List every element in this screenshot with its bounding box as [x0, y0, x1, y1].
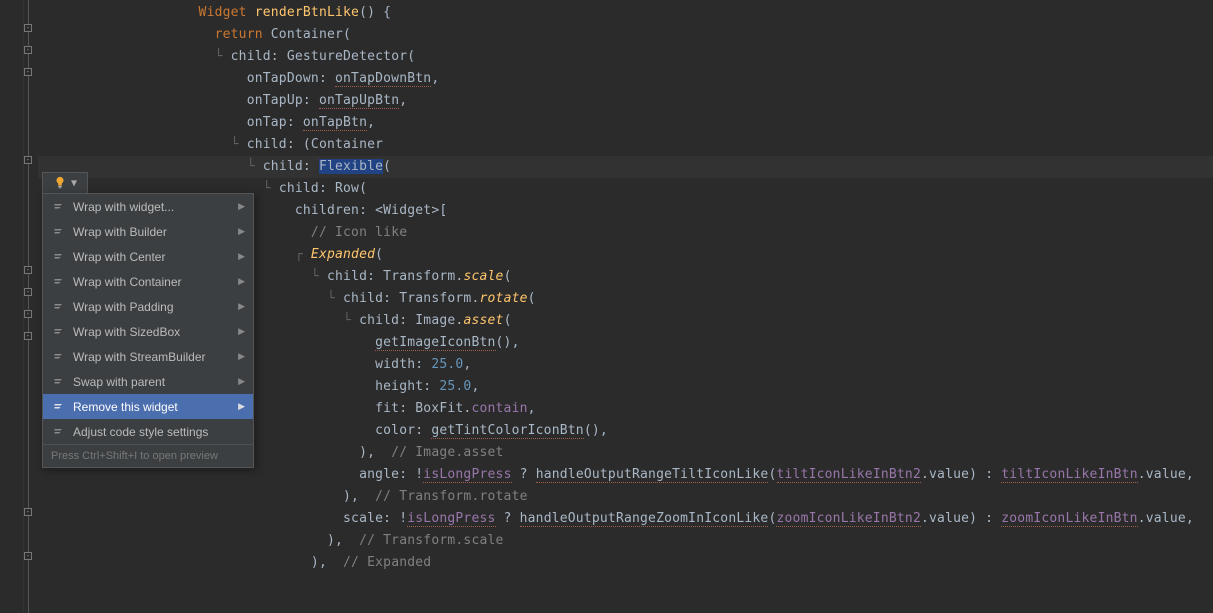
- code-line: Widget renderBtnLike() {: [38, 2, 1213, 24]
- menu-label: Wrap with SizedBox: [73, 325, 238, 339]
- menu-label: Wrap with widget...: [73, 200, 238, 214]
- code-line: ), // Transform.scale: [38, 530, 1213, 552]
- fold-bar: - - - - - - - - - -: [24, 0, 38, 613]
- fold-marker-icon[interactable]: -: [24, 68, 32, 76]
- wrench-icon: [51, 249, 67, 265]
- chevron-right-icon: ▶: [238, 301, 245, 312]
- menu-item-wrap-sizedbox[interactable]: Wrap with SizedBox ▶: [43, 319, 253, 344]
- menu-label: Adjust code style settings: [73, 425, 245, 439]
- menu-item-wrap-center[interactable]: Wrap with Center ▶: [43, 244, 253, 269]
- intention-menu: Wrap with widget... ▶ Wrap with Builder …: [42, 193, 254, 468]
- intention-bulb-button[interactable]: ▼: [42, 172, 88, 194]
- wrench-icon: [51, 274, 67, 290]
- chevron-down-icon: ▼: [71, 178, 77, 189]
- menu-label: Remove this widget: [73, 400, 238, 414]
- chevron-right-icon: ▶: [238, 226, 245, 237]
- menu-item-wrap-builder[interactable]: Wrap with Builder ▶: [43, 219, 253, 244]
- wrench-icon: [51, 349, 67, 365]
- wrench-icon: [51, 199, 67, 215]
- chevron-right-icon: ▶: [238, 251, 245, 262]
- fold-marker-icon[interactable]: -: [24, 266, 32, 274]
- code-line: onTapUp: onTapUpBtn,: [38, 90, 1213, 112]
- menu-footer-hint: Press Ctrl+Shift+I to open preview: [43, 444, 253, 467]
- menu-label: Wrap with Padding: [73, 300, 238, 314]
- lightbulb-icon: [53, 176, 67, 190]
- menu-item-wrap-widget[interactable]: Wrap with widget... ▶: [43, 194, 253, 219]
- code-line: ), // Expanded: [38, 552, 1213, 574]
- wrench-icon: [51, 399, 67, 415]
- code-line: └ child: GestureDetector(: [38, 46, 1213, 68]
- fold-marker-icon[interactable]: -: [24, 24, 32, 32]
- chevron-right-icon: ▶: [238, 351, 245, 362]
- menu-item-wrap-padding[interactable]: Wrap with Padding ▶: [43, 294, 253, 319]
- fold-marker-icon[interactable]: -: [24, 508, 32, 516]
- menu-item-swap-parent[interactable]: Swap with parent ▶: [43, 369, 253, 394]
- menu-item-remove-widget[interactable]: Remove this widget ▶: [43, 394, 253, 419]
- code-line: return Container(: [38, 24, 1213, 46]
- chevron-right-icon: ▶: [238, 401, 245, 412]
- code-line: onTapDown: onTapDownBtn,: [38, 68, 1213, 90]
- code-line-current: └ child: Flexible(: [38, 156, 1213, 178]
- menu-item-wrap-streambuilder[interactable]: Wrap with StreamBuilder ▶: [43, 344, 253, 369]
- wrench-icon: [51, 374, 67, 390]
- menu-label: Wrap with Builder: [73, 225, 238, 239]
- menu-label: Wrap with Container: [73, 275, 238, 289]
- wrench-icon: [51, 224, 67, 240]
- chevron-right-icon: ▶: [238, 326, 245, 337]
- wrench-icon: [51, 299, 67, 315]
- fold-marker-icon[interactable]: -: [24, 332, 32, 340]
- fold-marker-icon[interactable]: -: [24, 288, 32, 296]
- menu-label: Wrap with StreamBuilder: [73, 350, 238, 364]
- code-line: ), // Transform.rotate: [38, 486, 1213, 508]
- menu-item-adjust-code-style[interactable]: Adjust code style settings: [43, 419, 253, 444]
- code-line: scale: !isLongPress ? handleOutputRangeZ…: [38, 508, 1213, 530]
- menu-label: Wrap with Center: [73, 250, 238, 264]
- fold-marker-icon[interactable]: -: [24, 46, 32, 54]
- chevron-right-icon: ▶: [238, 276, 245, 287]
- chevron-right-icon: ▶: [238, 376, 245, 387]
- code-line: onTap: onTapBtn,: [38, 112, 1213, 134]
- fold-marker-icon[interactable]: -: [24, 156, 32, 164]
- line-gutter: [0, 0, 24, 613]
- fold-marker-icon[interactable]: -: [24, 552, 32, 560]
- menu-item-wrap-container[interactable]: Wrap with Container ▶: [43, 269, 253, 294]
- menu-label: Swap with parent: [73, 375, 238, 389]
- fold-marker-icon[interactable]: -: [24, 310, 32, 318]
- wrench-icon: [51, 324, 67, 340]
- code-line: └ child: (Container: [38, 134, 1213, 156]
- wrench-icon: [51, 424, 67, 440]
- chevron-right-icon: ▶: [238, 201, 245, 212]
